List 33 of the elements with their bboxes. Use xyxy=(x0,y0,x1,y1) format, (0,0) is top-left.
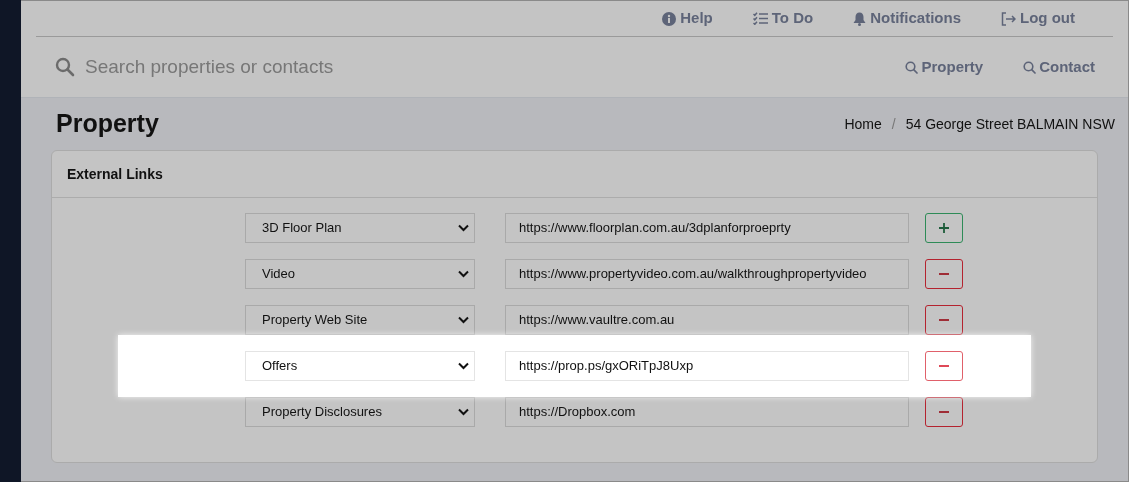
bell-icon xyxy=(853,11,867,26)
chevron-down-icon xyxy=(458,408,469,416)
logout-icon xyxy=(1001,11,1016,26)
plus-icon xyxy=(937,221,951,235)
link-type-select[interactable]: 3D Floor Plan xyxy=(245,213,475,243)
breadcrumb-link[interactable]: Home xyxy=(844,113,882,135)
url-field[interactable]: https://Dropbox.com xyxy=(505,397,909,427)
breadcrumb-separator: / xyxy=(891,114,896,134)
checklist-icon xyxy=(752,12,768,25)
search-icon xyxy=(905,60,919,74)
chevron-down-icon xyxy=(458,362,469,370)
info-icon xyxy=(662,11,677,26)
page-title: Property xyxy=(56,108,159,140)
chevron-down-icon xyxy=(458,316,469,324)
search-field[interactable]: Search properties or contacts xyxy=(85,52,906,82)
link-type-select[interactable]: Property Web Site xyxy=(245,305,475,335)
url-field[interactable]: https://www.floorplan.com.au/3dplanforproeprty xyxy=(505,213,909,243)
link-type-select[interactable]: Property Disclosures xyxy=(245,397,475,427)
remove-button[interactable] xyxy=(925,351,963,381)
chevron-down-icon xyxy=(458,224,469,232)
chevron-down-icon xyxy=(458,270,469,278)
remove-button[interactable] xyxy=(925,397,963,427)
url-field[interactable]: https://www.vaultre.com.au xyxy=(505,305,909,335)
url-field[interactable]: https://prop.ps/gxORiTpJ8Uxp xyxy=(505,351,909,381)
card-title: External Links xyxy=(67,164,163,184)
link-type-select[interactable]: Video xyxy=(245,259,475,289)
add-button[interactable] xyxy=(925,213,963,243)
breadcrumb-current: 54 George Street BALMAIN NSW xyxy=(905,114,1115,134)
url-field[interactable]: https://www.propertyvideo.com.au/walkthroughpropertyvideo xyxy=(505,259,909,289)
link-type-select[interactable]: Offers xyxy=(245,351,475,381)
search-icon xyxy=(55,57,75,77)
search-icon xyxy=(1023,60,1037,74)
remove-button[interactable] xyxy=(925,259,963,289)
